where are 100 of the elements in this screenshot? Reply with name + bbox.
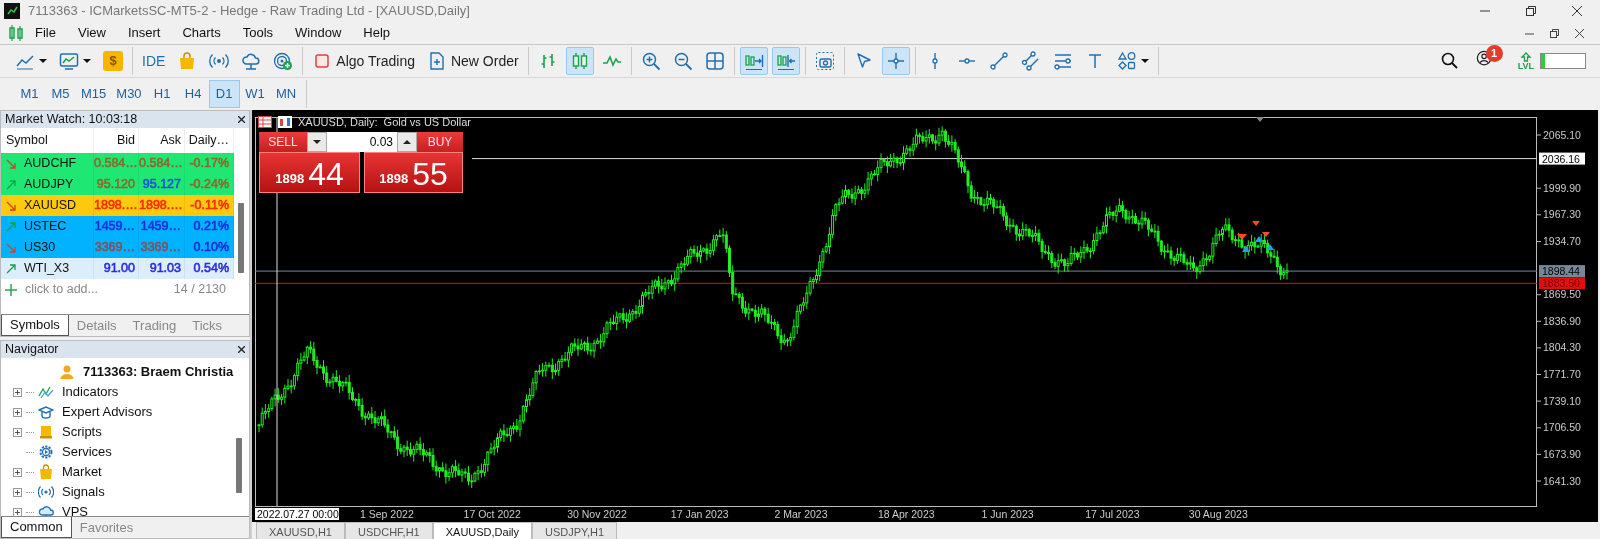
symbol-row[interactable]: AUDJPY 95.120 95.127 -0.24% [1,174,234,195]
toolbar-button[interactable] [881,47,910,75]
timeframe-button[interactable]: H1 [146,80,178,108]
time-label: 30 Aug 2023 [1188,508,1248,520]
daily-change: 0.10% [193,240,229,254]
price-label: 1967.30 [1543,208,1581,221]
toolbar-button[interactable] [771,47,800,75]
toolbar-button[interactable]: IDE [138,47,170,75]
navigator-item[interactable]: Scripts [62,422,102,442]
chart-tab[interactable]: USDJPY,H1 [532,522,618,539]
toolbar-button[interactable]: New Order [422,47,523,75]
timeframe-button[interactable]: M1 [14,80,45,108]
expand-icon[interactable] [13,387,22,397]
price-label: 1836.90 [1543,314,1581,327]
menu-item[interactable]: Help [352,23,402,43]
close-icon[interactable] [238,116,245,123]
child-restore-icon[interactable] [1550,28,1559,38]
bid-price: 3369… [94,240,135,254]
volume-down-button[interactable] [307,132,327,152]
menu-item[interactable]: File [24,23,67,43]
expand-icon[interactable] [13,487,22,497]
navigator-item[interactable]: Expert Advisors [62,402,153,422]
cloud-icon [38,504,54,516]
notification-count: 1 [1485,45,1503,62]
trendline-icon [988,51,1009,71]
panel-tab[interactable]: Symbols [1,315,69,336]
navigator-item[interactable]: Signals [62,482,105,502]
shapes-icon [1116,51,1137,71]
time-label: 2 Mar 2023 [774,508,828,520]
chart-tab[interactable]: USDCHF,H1 [344,522,433,539]
price-label: 1804.30 [1543,341,1581,354]
toolbar-button[interactable] [739,47,768,75]
shift-marker-icon[interactable] [1256,117,1264,122]
symbol-name: WTI_X3 [24,260,70,277]
chart-tab[interactable]: XAUUSD,H1 [256,522,345,539]
symbol-row[interactable]: US30 3369… 3369… 0.10% [1,237,234,258]
menu-item[interactable]: View [66,23,117,43]
plus-icon[interactable] [5,283,17,296]
symbol-row[interactable]: AUDCHF 0.584…0.584… -0.17% [1,153,234,174]
expand-icon[interactable] [13,407,22,417]
bag-icon [38,464,54,480]
timeframe-button[interactable]: H4 [177,80,209,108]
bid-price: 91.00 [103,261,135,275]
sell-price-button[interactable]: 1898 44 [259,152,360,193]
timeframe-button[interactable]: M30 [111,80,147,108]
timeframe-button[interactable]: W1 [239,80,271,108]
symbol-row[interactable]: WTI_X3 91.00 91.03 0.54% [1,258,234,279]
timeframe-button[interactable]: MN [270,80,302,108]
menu-item[interactable]: Window [284,23,353,43]
ask-price: 1898.… [139,198,183,212]
toolbar-button[interactable]: Algo Trading [308,47,419,75]
navigator-item[interactable]: Services [62,442,112,462]
volume-field[interactable]: 0.03 [327,132,397,152]
expand-icon[interactable] [13,467,22,477]
symbol-row[interactable]: XAUUSD 1898.…1898.… -0.11% [1,195,234,216]
close-icon[interactable] [238,346,245,353]
navigator-item[interactable]: Market [62,462,102,482]
volume-up-button[interactable] [397,132,417,152]
chart-tab[interactable]: XAUUSD,Daily [432,522,533,539]
chart-title: XAUUSD, Daily: Gold vs US Dollar [298,115,471,130]
buy-button[interactable]: BUY [417,132,463,152]
timeframe-button[interactable]: M15 [76,80,112,108]
time-label: 1 Sep 2022 [360,508,414,520]
time-label: 18 Apr 2023 [878,508,935,520]
time-cursor-label: 2022.07.27 00:00 [255,508,339,520]
sell-button[interactable]: SELL [259,132,307,152]
timeframe-button[interactable]: M5 [45,80,76,108]
symbol-row[interactable]: USTEC 1459… 1459… 0.21% [1,216,234,237]
daily-change: -0.17% [189,156,229,170]
app-menu-icon[interactable] [8,25,24,41]
daily-change: -0.11% [190,198,229,212]
panel-tab[interactable]: Common [1,517,72,538]
daily-change: -0.24% [189,177,229,191]
menu-item[interactable]: Tools [231,23,285,43]
expand-icon[interactable] [13,427,22,437]
person-icon [59,364,75,380]
price-label: 2065.10 [1543,128,1581,141]
navigator-item[interactable]: Indicators [62,382,119,402]
table-icon[interactable] [258,116,272,129]
ask-price: 3369… [140,240,181,254]
add-symbol-link[interactable]: click to add... [25,280,98,299]
bid-price: 1898.… [94,198,138,212]
buy-price-button[interactable]: 1898 55 [364,152,463,193]
price-label: 1934.70 [1543,235,1581,247]
bid-price: 95.120 [96,177,135,191]
signal-icon [38,484,54,500]
child-close-icon[interactable] [1575,28,1584,38]
search-icon[interactable] [1439,51,1460,71]
price-label: 1869.50 [1543,288,1581,301]
menu-item[interactable]: Charts [171,23,232,43]
account-name[interactable]: 7113363: Braem Christia [83,362,234,382]
toolbar-button[interactable] [565,47,594,75]
navigator-item[interactable]: VPS [62,502,88,516]
symbol-count: 14 / 2130 [173,281,227,299]
scrollbar-thumb[interactable] [238,203,244,273]
timeframe-button[interactable]: D1 [208,80,240,108]
fibonacci-icon [1052,51,1073,71]
price-label: 1739.10 [1543,394,1581,407]
menu-item[interactable]: Insert [116,23,172,43]
scrollbar-thumb[interactable] [236,438,243,493]
